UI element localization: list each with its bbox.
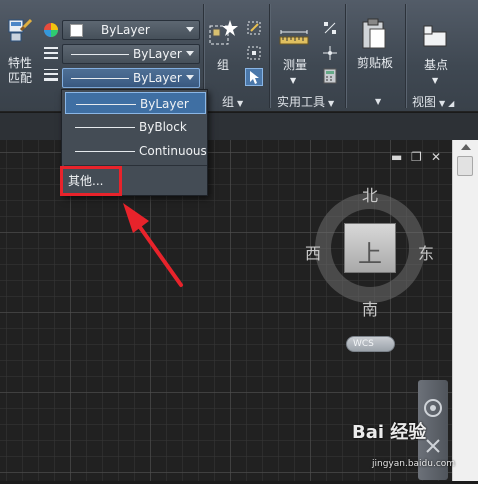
chevron-down-icon: ▼ [375,97,382,106]
compass-north[interactable]: 北 [362,182,378,206]
lineweight-combo-value: ByLayer [133,71,182,85]
match-properties-button[interactable]: 特性 匹配 [4,56,36,86]
basepoint-dropdown-icon[interactable]: ▼ [432,76,438,85]
group-button-label[interactable]: 组 [213,58,233,73]
chevron-down-icon: ▼ [439,99,446,108]
ribbon-separator [269,4,270,108]
vertical-scrollbar[interactable] [452,140,478,481]
chevron-down-icon: ▼ [237,99,244,108]
point-icon[interactable] [322,45,338,61]
lineweight-icon[interactable] [43,67,59,83]
match-properties-icon[interactable] [8,18,33,44]
quick-select-icon[interactable] [322,20,338,36]
basepoint-button-label[interactable]: 基点 [420,58,452,73]
viewport-close-button[interactable]: ✕ [431,150,441,164]
view-panel-title[interactable]: 视图 ▼ ◢ [412,93,454,110]
dropdown-item-label: ByLayer [140,97,189,111]
compass-south[interactable]: 南 [362,296,378,320]
color-combo-value: ByLayer [101,23,150,37]
match-properties-label-2: 匹配 [7,71,32,85]
lineweight-combo[interactable]: ByLayer [62,68,200,88]
utilities-panel-title[interactable]: 实用工具 ▼ [277,93,334,110]
color-swatch [70,24,83,37]
chevron-down-icon [186,75,194,80]
viewcube-top-face[interactable]: 上 [344,223,396,273]
scroll-thumb[interactable] [457,156,473,176]
chevron-down-icon: ▼ [328,99,335,108]
viewport-minimize-button[interactable]: ▬ [391,150,402,164]
ribbon-separator [405,4,406,108]
line-preview [76,104,136,105]
view-panel-title-text: 视图 [412,95,437,109]
match-properties-label-1: 特性 [7,56,32,70]
linetype-combo[interactable]: ByLayer [62,44,200,64]
annotation-arrow-icon [123,203,183,287]
measure-dropdown-icon[interactable]: ▼ [290,76,296,85]
wcs-menu[interactable]: WCS [346,336,395,352]
wcs-label: WCS [353,339,374,349]
clipboard-button-label[interactable]: 剪贴板 [354,56,396,71]
measure-icon[interactable] [279,28,309,46]
watermark-url: jingyan.baidu.com [372,459,456,469]
dropdown-item-label: Continuous [139,144,207,158]
color-wheel-icon[interactable] [43,22,59,38]
group-panel-title-text: 组 [222,95,235,109]
ungroup-icon[interactable] [246,20,262,36]
chevron-down-icon [186,27,194,32]
measure-button-label[interactable]: 测量 [280,58,310,73]
line-preview [75,127,135,128]
basepoint-icon[interactable] [422,24,448,48]
group-panel-title[interactable]: 组 ▼ [222,93,243,110]
linetype-combo-value: ByLayer [133,47,182,61]
lineweight-preview [71,78,129,79]
calculator-icon[interactable] [323,68,337,84]
clipboard-panel-expand[interactable]: ▼ [372,93,381,107]
baidu-watermark: Bai 经验 [352,422,427,443]
group-icon[interactable] [208,18,238,48]
ribbon-separator [345,4,346,108]
clipboard-icon[interactable] [361,18,387,50]
group-select-icon[interactable] [245,68,263,86]
chevron-down-icon [186,51,194,56]
highlight-box [60,166,122,196]
dropdown-item-continuous[interactable]: Continuous [65,140,207,162]
linetype-icon[interactable] [43,45,59,59]
line-preview [75,151,135,152]
scroll-up-icon[interactable] [461,144,471,150]
linetype-preview [71,54,129,55]
dropdown-item-bylayer[interactable]: ByLayer [65,92,206,114]
color-combo[interactable]: ByLayer [62,20,200,40]
compass-west[interactable]: 西 [305,240,321,264]
expand-arrow-icon: ◢ [448,99,455,108]
viewcube-top-label: 上 [358,240,382,268]
dropdown-item-label: ByBlock [139,120,187,134]
dropdown-item-byblock[interactable]: ByBlock [65,116,206,138]
viewport-restore-button[interactable]: ❐ [411,150,422,164]
utilities-panel-title-text: 实用工具 [277,95,326,109]
compass-east[interactable]: 东 [418,240,434,264]
group-edit-icon[interactable] [246,45,262,61]
